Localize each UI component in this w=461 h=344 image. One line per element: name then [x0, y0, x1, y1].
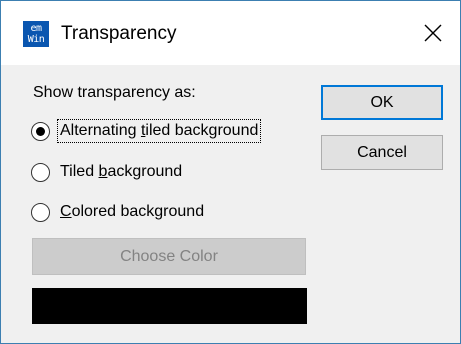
radio-button-checked[interactable] — [31, 121, 50, 141]
show-transparency-label: Show transparency as: — [33, 84, 196, 101]
title-bar: em Win Transparency — [1, 1, 460, 65]
radio-label-tiled[interactable]: Tiled background — [58, 161, 184, 183]
radio-button[interactable] — [31, 162, 50, 182]
window-title: Transparency — [61, 23, 177, 44]
radio-tiled[interactable]: Tiled background — [31, 158, 184, 186]
color-swatch — [32, 288, 307, 324]
close-icon — [424, 24, 442, 42]
cancel-button[interactable]: Cancel — [321, 135, 443, 170]
radio-alternating-tiled[interactable]: Alternating tiled background — [31, 117, 262, 145]
app-icon-line-2: Win — [27, 34, 45, 45]
radio-label-alternating[interactable]: Alternating tiled background — [56, 119, 262, 143]
choose-color-button[interactable]: Choose Color — [32, 238, 306, 275]
app-icon-line-1: em — [30, 23, 42, 34]
transparency-dialog: em Win Transparency Show transparency as… — [0, 0, 461, 344]
radio-label-colored[interactable]: Colored background — [58, 201, 206, 223]
close-button[interactable] — [413, 15, 453, 51]
ok-button[interactable]: OK — [321, 85, 443, 120]
radio-colored[interactable]: Colored background — [31, 198, 206, 226]
emwin-app-icon: em Win — [23, 21, 49, 47]
radio-button[interactable] — [31, 202, 50, 222]
